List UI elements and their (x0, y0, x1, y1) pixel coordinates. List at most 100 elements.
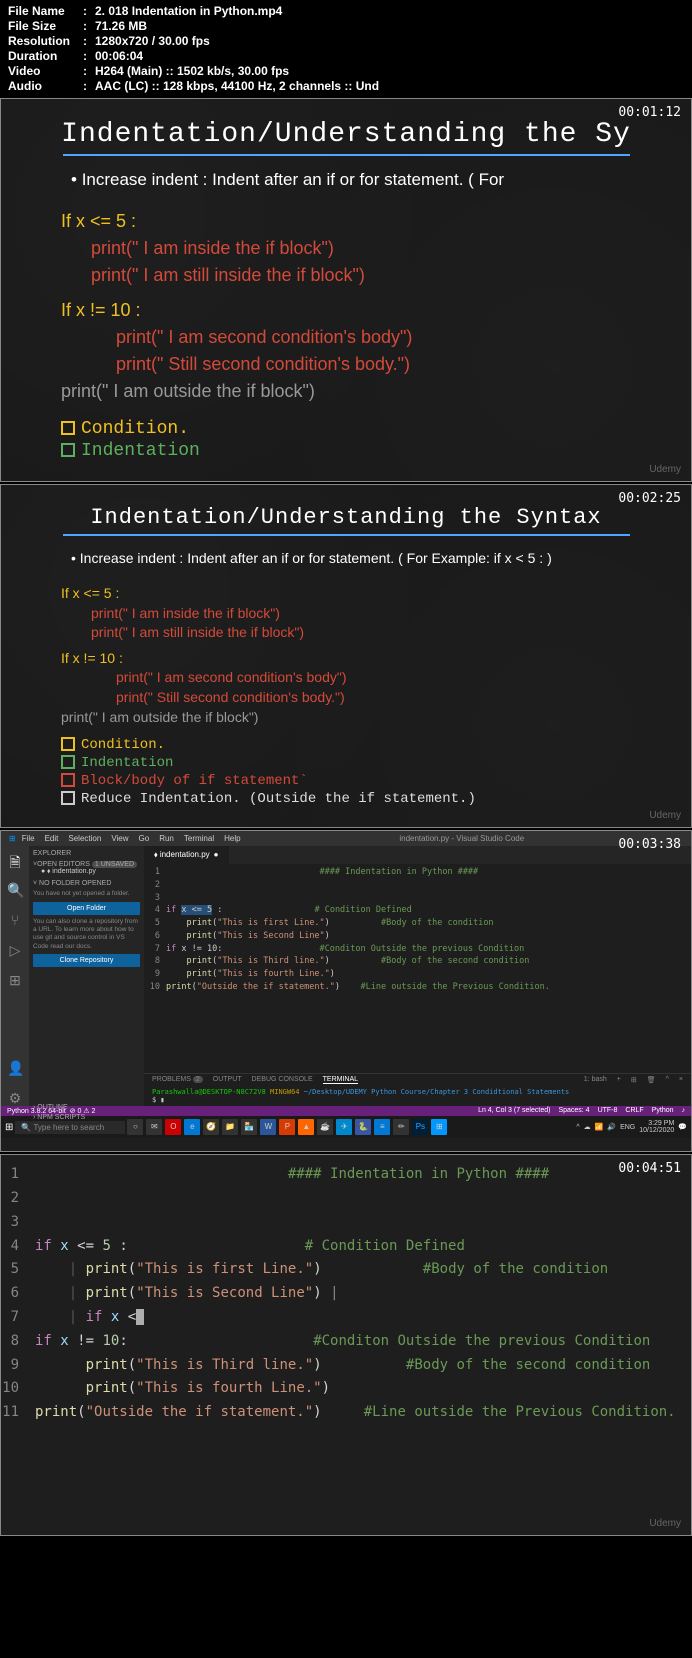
checkbox-icon (61, 773, 75, 787)
terminal-output[interactable]: Parashwalla@DESKTOP-N0C72V8 MINGW64 ~/De… (144, 1086, 691, 1106)
code-print-2: print(" I am still inside the if block") (91, 624, 304, 640)
terminal-split-icon[interactable]: ⊞ (631, 1076, 637, 1084)
menu-terminal[interactable]: Terminal (184, 834, 214, 843)
clone-repo-button[interactable]: Clone Repository (33, 954, 140, 967)
status-feedback[interactable]: ♪ (682, 1107, 686, 1115)
taskbar-app-icon[interactable]: 🏪 (241, 1119, 257, 1135)
window-title: indentation.py - Visual Studio Code (241, 834, 683, 843)
menu-run[interactable]: Run (159, 834, 174, 843)
tray-chevron-icon[interactable]: ^ (576, 1124, 579, 1131)
slide-title: Indentation/Understanding the Syntax (31, 505, 661, 530)
windows-taskbar: ⊞ 🔍 Type here to search ○ ✉ O e 🧭 📁 🏪 W … (1, 1116, 691, 1138)
taskbar-app-icon[interactable]: ✈ (336, 1119, 352, 1135)
editor-area: ⬧ indentation.py● 12345678910 #### Inden… (144, 846, 691, 1106)
checkbox-icon (61, 421, 75, 435)
taskbar-app-icon[interactable]: 🧭 (203, 1119, 219, 1135)
taskbar-app-icon[interactable]: ▲ (298, 1119, 314, 1135)
code-print-4: print(" Still second condition's body.") (116, 354, 410, 374)
tab-terminal[interactable]: TERMINAL (323, 1076, 358, 1084)
tray-wifi-icon[interactable]: 📶 (595, 1123, 604, 1131)
terminal-chevron-icon[interactable]: ^ (666, 1076, 669, 1084)
video-frame-3: 00:03:38 ⊞ File Edit Selection View Go R… (0, 830, 692, 1152)
status-eol[interactable]: CRLF (625, 1107, 643, 1115)
menu-view[interactable]: View (111, 834, 128, 843)
taskbar-search-input[interactable]: 🔍 Type here to search (15, 1121, 125, 1134)
video-frame-2: 00:02:25 Indentation/Understanding the S… (0, 484, 692, 828)
status-cursor[interactable]: Ln 4, Col 3 (7 selected) (478, 1107, 550, 1115)
checkbox-icon (61, 737, 75, 751)
menu-help[interactable]: Help (224, 834, 240, 843)
editor-tab-file[interactable]: ⬧ indentation.py● (144, 846, 229, 864)
taskbar-app-icon[interactable]: ≡ (374, 1119, 390, 1135)
menu-file[interactable]: File (22, 834, 35, 843)
vscode-titlebar[interactable]: ⊞ File Edit Selection View Go Run Termin… (1, 831, 691, 846)
taskbar-app-icon[interactable]: ☕ (317, 1119, 333, 1135)
tray-language[interactable]: ENG (620, 1124, 635, 1131)
taskbar-app-icon[interactable]: W (260, 1119, 276, 1135)
video-frame-1: 00:01:12 Indentation/Understanding the S… (0, 98, 692, 482)
tray-volume-icon[interactable]: 🔊 (607, 1123, 616, 1131)
search-icon[interactable]: 🔍 (7, 882, 23, 898)
account-icon[interactable]: 👤 (7, 1060, 23, 1076)
settings-icon[interactable]: ⚙ (7, 1090, 23, 1106)
bullet-text: Increase indent : Indent after an if or … (71, 170, 661, 190)
taskbar-app-icon[interactable]: ○ (127, 1119, 143, 1135)
source-control-icon[interactable]: ⑂ (7, 912, 23, 928)
legend-indentation: Indentation (81, 755, 173, 771)
open-folder-button[interactable]: Open Folder (33, 902, 140, 915)
status-encoding[interactable]: UTF-8 (598, 1107, 618, 1115)
status-language[interactable]: Python (652, 1107, 674, 1115)
timestamp-1: 00:01:12 (618, 105, 681, 120)
legend-block: Block/body of if statement` (81, 773, 308, 789)
menu-selection[interactable]: Selection (68, 834, 101, 843)
sidebar-explorer: EXPLORER ˅ OPEN EDITORS1 UNSAVED ● ⬧ ind… (29, 846, 144, 1106)
terminal-new-icon[interactable]: + (617, 1076, 621, 1084)
extensions-icon[interactable]: ⊞ (7, 972, 23, 988)
metadata-panel: File Name:2. 018 Indentation in Python.m… (0, 0, 692, 98)
taskbar-app-icon[interactable]: ✏ (393, 1119, 409, 1135)
taskbar-app-icon[interactable]: 📁 (222, 1119, 238, 1135)
slide-title: Indentation/Understanding the Sy (31, 119, 661, 150)
code-print-3: print(" I am second condition's body") (116, 327, 412, 347)
timestamp-4: 00:04:51 (618, 1161, 681, 1176)
code-print-4: print(" Still second condition's body.") (116, 689, 345, 705)
tab-problems[interactable]: PROBLEMS 2 (152, 1076, 203, 1084)
taskbar-app-icon[interactable]: ✉ (146, 1119, 162, 1135)
menu-edit[interactable]: Edit (45, 834, 59, 843)
code-print-1: print(" I am inside the if block") (91, 605, 280, 621)
taskbar-app-icon[interactable]: e (184, 1119, 200, 1135)
terminal-close-icon[interactable]: × (679, 1076, 683, 1084)
taskbar-app-icon[interactable]: Ps (412, 1119, 428, 1135)
code-if-2: If x != 10 : (61, 649, 661, 669)
terminal-shell-select[interactable]: 1: bash (584, 1076, 607, 1084)
legend-condition: Condition. (81, 419, 189, 439)
legend-indentation: Indentation (81, 441, 200, 461)
terminal-trash-icon[interactable]: 🗑 (647, 1076, 656, 1084)
checkbox-icon (61, 791, 75, 805)
code-if-1: If x <= 5 : (61, 584, 661, 604)
taskbar-app-icon[interactable]: 🐍 (355, 1119, 371, 1135)
status-spaces[interactable]: Spaces: 4 (558, 1107, 589, 1115)
tab-output[interactable]: OUTPUT (213, 1076, 242, 1084)
code-editor-zoomed[interactable]: 1 #### Indentation in Python #### 2 3 4i… (1, 1155, 691, 1535)
tray-onedrive-icon[interactable]: ☁ (584, 1123, 591, 1131)
udemy-watermark: Udemy (649, 810, 681, 821)
debug-icon[interactable]: ▷ (7, 942, 23, 958)
code-editor[interactable]: 12345678910 #### Indentation in Python #… (144, 864, 691, 1073)
bullet-text: Increase indent : Indent after an if or … (71, 550, 661, 566)
tray-notifications-icon[interactable]: 💬 (678, 1123, 687, 1131)
udemy-watermark: Udemy (649, 464, 681, 475)
taskbar-app-icon[interactable]: O (165, 1119, 181, 1135)
checkbox-icon (61, 443, 75, 457)
taskbar-app-icon[interactable]: P (279, 1119, 295, 1135)
code-print-1: print(" I am inside the if block") (91, 238, 334, 258)
menu-go[interactable]: Go (139, 834, 150, 843)
activity-bar: 🗎 🔍 ⑂ ▷ ⊞ 👤 ⚙ (1, 846, 29, 1106)
code-print-5: print(" I am outside the if block") (61, 708, 661, 728)
explorer-icon[interactable]: 🗎 (7, 852, 23, 868)
start-button[interactable]: ⊞ (5, 1122, 13, 1133)
taskbar-app-icon[interactable]: ⊞ (431, 1119, 447, 1135)
code-print-3: print(" I am second condition's body") (116, 669, 347, 685)
explorer-title: EXPLORER (33, 850, 140, 857)
tab-debug[interactable]: DEBUG CONSOLE (252, 1076, 313, 1084)
